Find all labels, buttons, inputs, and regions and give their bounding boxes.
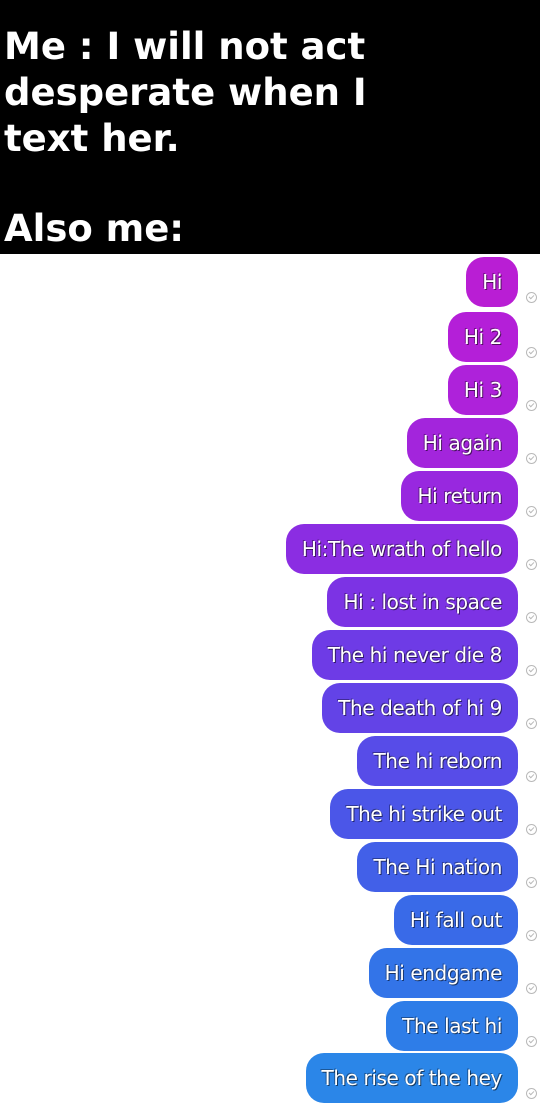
message-text: Hi again: [422, 431, 503, 455]
message-row: The hi strike out: [0, 789, 540, 839]
read-receipt-icon: [526, 1036, 537, 1047]
message-text: The hi reborn: [373, 749, 502, 773]
message-bubble[interactable]: Hi: [466, 257, 518, 307]
message-text: The rise of the hey: [321, 1066, 503, 1090]
message-text: Hi 2: [463, 325, 502, 349]
message-bubble[interactable]: The Hi nation: [357, 842, 518, 892]
message-bubble[interactable]: The hi never die 8: [311, 630, 518, 680]
message-text: Hi endgame: [384, 961, 503, 985]
meme-caption-header: Me : I will not act desperate when I tex…: [0, 0, 540, 254]
message-row: Hi 2: [0, 312, 540, 362]
message-text: Hi return: [417, 484, 502, 508]
message-text: Hi: [482, 270, 502, 294]
read-receipt-icon: [526, 983, 537, 994]
read-receipt-icon: [526, 665, 537, 676]
message-row: Hi return: [0, 471, 540, 521]
message-text: The hi never die 8: [327, 643, 503, 667]
message-bubble[interactable]: The rise of the hey: [305, 1053, 518, 1103]
message-row: Hi endgame: [0, 948, 540, 998]
read-receipt-icon: [526, 292, 537, 303]
message-row: Hi fall out: [0, 895, 540, 945]
read-receipt-icon: [526, 347, 537, 358]
message-text: The hi strike out: [346, 802, 502, 826]
message-bubble[interactable]: Hi return: [401, 471, 518, 521]
message-bubble[interactable]: Hi : lost in space: [327, 577, 518, 627]
message-text: The last hi: [402, 1014, 502, 1038]
message-bubble[interactable]: The hi reborn: [357, 736, 518, 786]
message-row: The last hi: [0, 1001, 540, 1051]
message-text: Hi:The wrath of hello: [301, 537, 503, 561]
message-bubble[interactable]: Hi 2: [447, 312, 518, 362]
message-row: The rise of the hey: [0, 1053, 540, 1103]
read-receipt-icon: [526, 400, 537, 411]
caption-line-2: desperate when I: [4, 71, 367, 114]
message-text: Hi fall out: [409, 908, 502, 932]
message-row: The hi never die 8: [0, 630, 540, 680]
message-bubble[interactable]: Hi again: [406, 418, 518, 468]
read-receipt-icon: [526, 506, 537, 517]
message-row: Hi: [0, 257, 540, 307]
read-receipt-icon: [526, 771, 537, 782]
message-row: Hi 3: [0, 365, 540, 415]
message-row: The Hi nation: [0, 842, 540, 892]
chat-thread: Hi Hi 2 Hi 3 Hi again Hi return Hi:The w…: [0, 254, 540, 1106]
message-row: The death of hi 9: [0, 683, 540, 733]
message-row: Hi:The wrath of hello: [0, 524, 540, 574]
message-text: The death of hi 9: [338, 696, 502, 720]
read-receipt-icon: [526, 930, 537, 941]
read-receipt-icon: [526, 559, 537, 570]
caption-line-1: Me : I will not act: [4, 25, 366, 68]
read-receipt-icon: [526, 824, 537, 835]
message-bubble[interactable]: Hi:The wrath of hello: [285, 524, 518, 574]
message-text: Hi : lost in space: [343, 590, 502, 614]
message-bubble[interactable]: Hi endgame: [368, 948, 518, 998]
read-receipt-icon: [526, 1088, 537, 1099]
caption-line-3: text her.: [4, 117, 180, 160]
message-row: Hi again: [0, 418, 540, 468]
message-bubble[interactable]: The hi strike out: [330, 789, 518, 839]
read-receipt-icon: [526, 612, 537, 623]
message-text: The Hi nation: [373, 855, 502, 879]
message-bubble[interactable]: Hi 3: [447, 365, 518, 415]
read-receipt-icon: [526, 718, 537, 729]
message-row: Hi : lost in space: [0, 577, 540, 627]
read-receipt-icon: [526, 453, 537, 464]
caption-line-4: Also me:: [4, 207, 185, 250]
read-receipt-icon: [526, 877, 537, 888]
message-bubble[interactable]: The death of hi 9: [322, 683, 518, 733]
message-row: The hi reborn: [0, 736, 540, 786]
message-text: Hi 3: [463, 378, 502, 402]
message-bubble[interactable]: The last hi: [386, 1001, 518, 1051]
message-bubble[interactable]: Hi fall out: [393, 895, 518, 945]
